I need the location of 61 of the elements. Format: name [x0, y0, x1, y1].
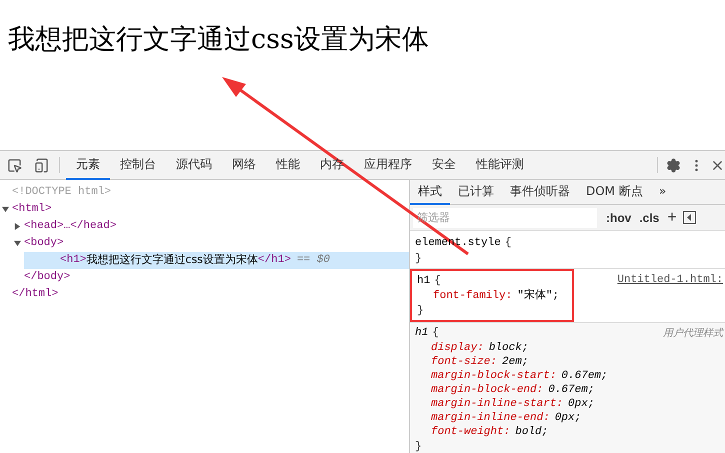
html-tag: </html> [12, 286, 58, 303]
element-text: 我想把这行文字通过css设置为宋体 [86, 252, 258, 268]
css-value: "宋体"; [517, 288, 560, 304]
css-property: font-size: [431, 355, 498, 370]
panel-tab[interactable]: 性能评测 [466, 150, 534, 180]
css-selector: h1 [415, 326, 428, 342]
css-selector: h1 [417, 274, 430, 290]
expanded-caret-icon[interactable] [2, 206, 9, 213]
panel-tab[interactable]: 控制台 [110, 150, 166, 180]
page-heading: 我想把这行文字通过css设置为宋体 [8, 23, 430, 57]
panel-tab[interactable]: 性能 [266, 150, 310, 180]
open-brace: { [432, 326, 439, 342]
selected-marker-text: == $0 [296, 253, 330, 268]
class-button[interactable]: .cls [639, 208, 660, 227]
css-property: margin-inline-start: [431, 397, 564, 412]
css-property: margin-inline-end: [431, 411, 550, 426]
css-value: block; [488, 341, 528, 356]
panel-tab[interactable]: 内存 [310, 150, 354, 180]
css-value: 0px; [554, 411, 582, 426]
html-tag: <h1> [60, 252, 86, 269]
styles-tab[interactable]: DOM 断点 [578, 180, 651, 204]
expanded-caret-icon[interactable] [14, 240, 21, 247]
dom-row[interactable]: <h1>我想把这行文字通过css设置为宋体</h1> == $0 [24, 252, 409, 269]
close-brace: } [415, 252, 422, 267]
new-rule-button[interactable]: + [667, 206, 677, 230]
html-tag: <body> [24, 235, 64, 252]
panel-tab[interactable]: 元素 [66, 150, 110, 180]
close-brace: } [415, 440, 422, 453]
html-tag: </body> [24, 269, 70, 286]
panel-tab[interactable]: 安全 [422, 150, 466, 180]
html-tag: <head>…</head> [24, 218, 116, 235]
device-icon[interactable] [34, 158, 49, 172]
source-link[interactable]: Untitled-1.html: [617, 272, 723, 289]
panel-tab[interactable]: 源代码 [166, 150, 222, 180]
styles-tab[interactable]: 已计算 [450, 180, 502, 204]
css-value: 0.67em; [548, 383, 594, 398]
sidebar-toggle-icon[interactable] [682, 211, 696, 224]
open-brace: { [434, 274, 441, 290]
panel-tab[interactable]: 网络 [222, 150, 266, 180]
open-brace: { [504, 236, 512, 252]
css-value: bold; [515, 425, 548, 440]
close-brace: } [417, 304, 424, 319]
css-property: display: [431, 341, 484, 356]
user-agent-stylesheet-label: 用户代理样式 [663, 326, 723, 342]
collapsed-caret-icon[interactable] [14, 223, 21, 230]
hover-state-button[interactable]: :hov [606, 208, 632, 227]
inspect-icon[interactable] [7, 158, 22, 172]
css-value: 2em; [502, 355, 528, 370]
html-tag: <html> [12, 201, 52, 218]
css-property: margin-block-start: [431, 369, 556, 384]
settings-icon[interactable] [666, 158, 681, 172]
css-property: font-family: [433, 289, 512, 304]
panel-tab[interactable]: 应用程序 [354, 150, 422, 180]
styles-tab[interactable]: 事件侦听器 [502, 180, 578, 204]
doctype-text: <!DOCTYPE html> [12, 185, 112, 200]
html-tag: </h1> [258, 252, 291, 269]
css-property: margin-block-end: [431, 383, 544, 398]
css-value: 0px; [568, 397, 594, 412]
styles-tab[interactable]: » [650, 180, 674, 204]
css-property: font-weight: [431, 425, 510, 440]
css-value: 0.67em; [561, 369, 608, 384]
